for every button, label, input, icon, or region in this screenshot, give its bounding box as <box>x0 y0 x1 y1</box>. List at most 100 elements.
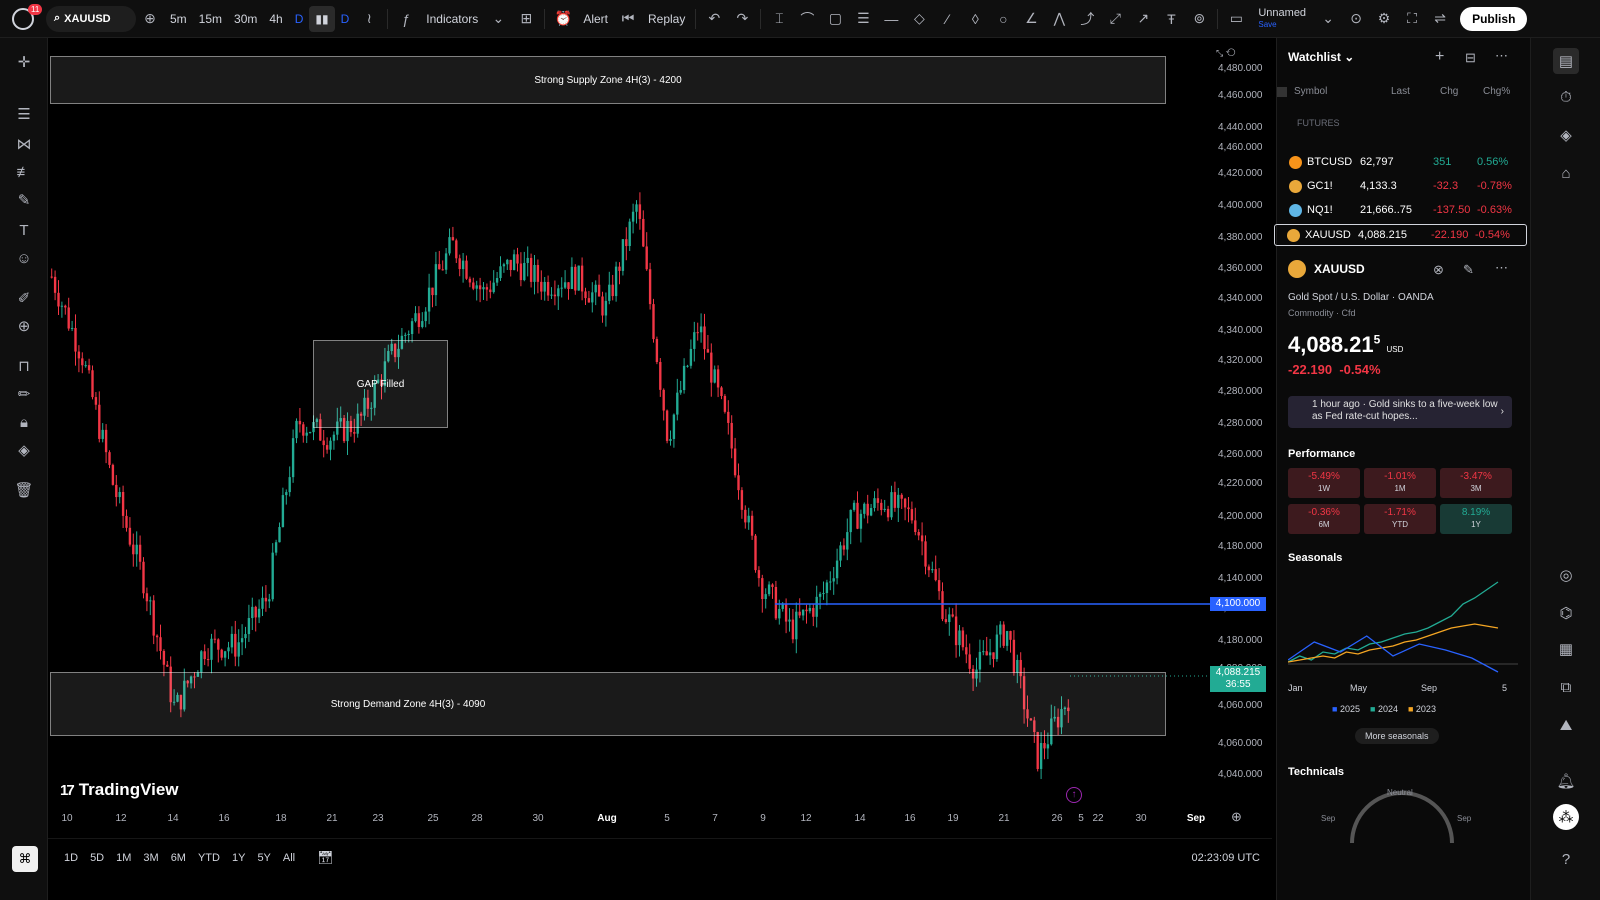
news-side-icon[interactable]: ⧉ <box>1553 674 1579 700</box>
pattern-icon[interactable]: ⋀ <box>1045 6 1073 32</box>
chart-pane-controls[interactable]: ⤡ ⟲ <box>1216 48 1260 62</box>
alert-button[interactable]: Alert <box>577 6 614 32</box>
compare-add-icon[interactable]: ⊕ <box>136 6 164 32</box>
interval-5m[interactable]: 5m <box>164 6 193 32</box>
publish-button[interactable]: Publish <box>1460 6 1528 31</box>
circle-icon[interactable]: ○ <box>989 6 1017 32</box>
ideas-stream-icon[interactable]: ⌬ <box>1553 600 1579 626</box>
watchlist-title[interactable]: Watchlist ⌄ <box>1288 50 1354 64</box>
technicals-gauge[interactable]: Sep Neutral Sep <box>1321 786 1477 846</box>
performance-cell-ytd[interactable]: -1.71% YTD <box>1364 504 1436 534</box>
section-futures[interactable]: FUTURES <box>1297 118 1340 128</box>
interval-d[interactable]: D <box>289 6 310 32</box>
watchlist-row[interactable]: XAUUSD 4,088.215 -22.190 -0.54% <box>1274 224 1527 246</box>
lines-icon[interactable]: ☰ <box>12 102 36 126</box>
clock-time[interactable]: 02:23:09 UTC <box>1192 852 1260 864</box>
replay-button[interactable]: Replay <box>642 6 691 32</box>
templates-icon[interactable]: ⊞ <box>512 6 540 32</box>
col-symbol[interactable]: Symbol <box>1294 86 1327 97</box>
fib-icon[interactable]: ☰ <box>849 6 877 32</box>
app-logo[interactable]: 11 <box>0 0 46 38</box>
curve-icon[interactable]: ⌒ <box>793 6 821 32</box>
watchlist-layout-icon[interactable]: ⊟ <box>1465 50 1476 66</box>
interval-30m[interactable]: 30m <box>228 6 263 32</box>
measure-icon[interactable]: ⌶ <box>765 6 793 32</box>
range-1y[interactable]: 1Y <box>226 852 251 864</box>
brush-tool-icon[interactable]: ✎ <box>12 188 36 212</box>
alerts-icon[interactable]: ⏱ <box>1553 84 1579 110</box>
zoom-icon[interactable]: ⊙ <box>1342 6 1370 32</box>
layout-name[interactable]: Unnamed Save <box>1250 7 1314 30</box>
notifications-icon[interactable]: 🔔︎ <box>1553 768 1579 794</box>
horizontal-line-icon[interactable]: — <box>877 6 905 32</box>
chart-area[interactable]: Strong Supply Zone 4H(3) - 4200 GAP Fill… <box>48 38 1272 838</box>
lock-icon[interactable]: 🔒︎ <box>12 410 36 434</box>
gap-filled-box[interactable]: GAP Filled <box>313 340 448 428</box>
seasonals-chart[interactable] <box>1288 576 1518 676</box>
layout-icon[interactable]: ▭ <box>1222 6 1250 32</box>
symbol-search[interactable]: ⌕ XAUUSD <box>46 5 136 32</box>
angle-icon[interactable]: ∠ <box>1017 6 1045 32</box>
edit-note-icon[interactable]: ✎ <box>1463 262 1474 278</box>
legend-2024[interactable]: ■ 2024 <box>1370 704 1398 714</box>
interval-4h[interactable]: 4h <box>263 6 288 32</box>
brush-icon[interactable]: ◊ <box>961 6 989 32</box>
chart-type-icon[interactable]: ≀ <box>355 6 383 32</box>
watchlist-row[interactable]: GC1! 4,133.3 -32.3 -0.78% <box>1277 176 1531 198</box>
zoom-in-icon[interactable]: ⊕ <box>12 314 36 338</box>
range-1d[interactable]: 1D <box>58 852 84 864</box>
pine-icon[interactable]: ⛰ <box>1553 712 1579 738</box>
crosshair-icon[interactable]: ✛ <box>12 50 36 74</box>
add-symbol-icon[interactable]: + <box>1435 48 1444 66</box>
hotlists-icon[interactable]: ◎ <box>1553 562 1579 588</box>
performance-cell-1w[interactable]: -5.49% 1W <box>1288 468 1360 498</box>
interval-d-2[interactable]: D <box>335 6 356 32</box>
performance-cell-1m[interactable]: -1.01% 1M <box>1364 468 1436 498</box>
more-icon[interactable]: ⋯ <box>1495 48 1508 64</box>
interval-15m[interactable]: 15m <box>193 6 228 32</box>
range-3m[interactable]: 3M <box>137 852 164 864</box>
watchlist-row[interactable]: BTCUSD 62,797 351 0.56% <box>1277 152 1531 174</box>
trendline-icon[interactable]: ⁄ <box>933 6 961 32</box>
event-marker-icon[interactable]: ↑ <box>1066 787 1082 803</box>
goto-date-icon[interactable]: ⊕ <box>1231 809 1242 825</box>
ruler-icon[interactable]: ✐ <box>12 286 36 310</box>
emoji-icon[interactable]: ☺ <box>12 246 36 270</box>
path-icon[interactable]: ⤴ <box>1073 6 1101 32</box>
arrow-icon[interactable]: ↗ <box>1129 6 1157 32</box>
hide-drawings-icon[interactable]: ◈ <box>12 438 36 462</box>
legend-2023[interactable]: ■ 2023 <box>1408 704 1436 714</box>
col-chg[interactable]: Chg <box>1440 86 1458 97</box>
chevron-down-icon[interactable]: ⌄ <box>1314 6 1342 32</box>
col-chgp[interactable]: Chg% <box>1483 86 1510 97</box>
indicators-button[interactable]: Indicators <box>420 6 484 32</box>
text-icon[interactable]: T <box>12 218 36 242</box>
range-5d[interactable]: 5D <box>84 852 110 864</box>
trash-icon[interactable]: 🗑︎ <box>12 478 36 502</box>
rectangle-icon[interactable]: ▢ <box>821 6 849 32</box>
undo-icon[interactable]: ↶ <box>700 6 728 32</box>
legend-2025[interactable]: ■ 2025 <box>1332 704 1360 714</box>
chevron-down-icon[interactable]: ⌄ <box>484 6 512 32</box>
layers-icon[interactable]: ◈ <box>1553 122 1579 148</box>
watchlist-icon[interactable]: ▤ <box>1553 48 1579 74</box>
demand-zone[interactable]: Strong Demand Zone 4H(3) - 4090 <box>50 672 1166 736</box>
ideas-icon[interactable]: ⌂ <box>1553 160 1579 186</box>
snapshot-icon[interactable]: ⇌ <box>1426 6 1454 32</box>
magnet-icon[interactable]: ⊚ <box>1185 6 1213 32</box>
diamond-icon[interactable]: ◇ <box>905 6 933 32</box>
news-headline[interactable]: 1 hour ago · Gold sinks to a five-week l… <box>1288 396 1512 428</box>
settings-icon[interactable]: ⚙ <box>1370 6 1398 32</box>
performance-cell-1y[interactable]: 8.19% 1Y <box>1440 504 1512 534</box>
range-all[interactable]: All <box>277 852 301 864</box>
stay-drawing-icon[interactable]: ✏ <box>12 382 36 406</box>
details-more-icon[interactable]: ⋯ <box>1495 260 1508 276</box>
indicators-icon[interactable]: ƒ <box>392 6 420 32</box>
supply-zone[interactable]: Strong Supply Zone 4H(3) - 4200 <box>50 56 1166 104</box>
magnet-tool-icon[interactable]: ⊓ <box>12 354 36 378</box>
ray-icon[interactable]: ⤢ <box>1101 6 1129 32</box>
calendar-side-icon[interactable]: ▦ <box>1553 636 1579 662</box>
fib-tool-icon[interactable]: ≢ <box>12 160 36 184</box>
performance-cell-3m[interactable]: -3.47% 3M <box>1440 468 1512 498</box>
link-icon[interactable]: ⊗ <box>1433 262 1444 278</box>
